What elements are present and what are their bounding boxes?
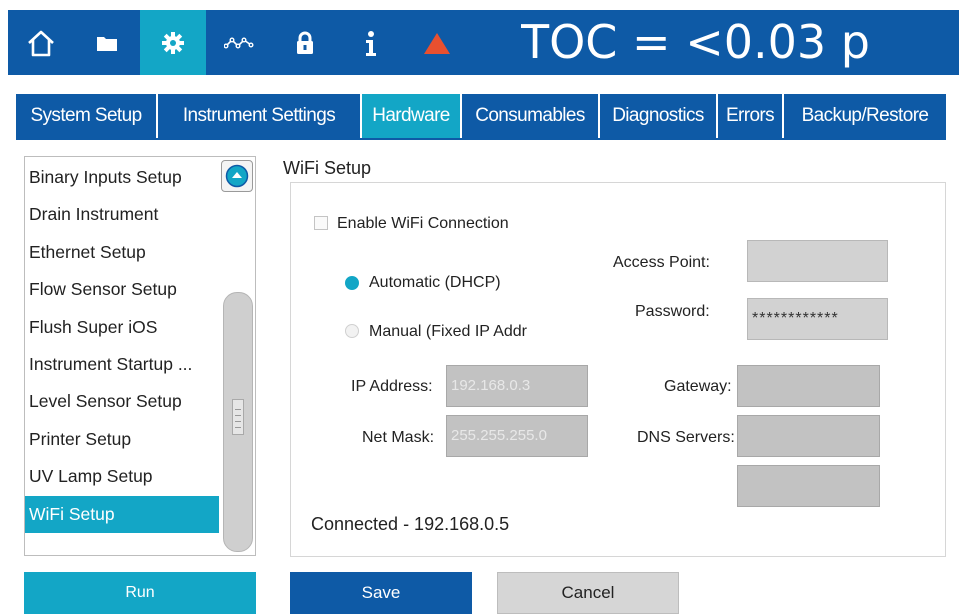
scroll-up-button[interactable] [221,160,253,192]
tab-bar: System Setup Instrument Settings Hardwar… [16,94,946,138]
tab-instrument-settings[interactable]: Instrument Settings [158,94,362,138]
ip-address-field[interactable]: 192.168.0.3 [446,365,588,407]
folder-icon [97,36,117,51]
tab-consumables[interactable]: Consumables [462,94,600,138]
scrollbar-grip[interactable] [232,399,244,435]
list-item-wifi-setup[interactable]: WiFi Setup [25,496,219,533]
list-item-instrument-startup[interactable]: Instrument Startup ... [25,346,219,383]
lock-button[interactable] [272,10,338,75]
top-navigation: TOC = <0.03 p [8,10,959,75]
list-item-printer-setup[interactable]: Printer Setup [25,421,219,458]
automatic-dhcp-radio[interactable] [345,276,359,290]
manual-ip-radio[interactable] [345,324,359,338]
access-point-label: Access Point: [613,254,710,271]
settings-button[interactable] [140,10,206,75]
gear-icon [162,31,184,54]
hardware-list: Binary Inputs Setup Drain Instrument Eth… [24,156,256,556]
wifi-group-title: WiFi Setup [283,158,372,178]
tab-hardware[interactable]: Hardware [362,94,462,138]
enable-wifi-label: Enable WiFi Connection [337,215,509,232]
net-mask-field[interactable]: 255.255.255.0 [446,415,588,457]
trend-icon [224,37,254,48]
connection-status: Connected - 192.168.0.5 [311,514,510,534]
list-item-level-sensor-setup[interactable]: Level Sensor Setup [25,383,219,420]
top-bar: TOC = <0.03 p [0,0,959,75]
dns-secondary-field[interactable] [737,465,880,507]
dns-servers-label: DNS Servers: [637,429,735,446]
password-field[interactable]: ************ [747,298,888,340]
access-point-field[interactable] [747,240,888,282]
tab-system-setup[interactable]: System Setup [16,94,158,138]
lock-icon [297,31,313,54]
save-button[interactable]: Save [290,572,472,614]
warning-icon [424,32,450,54]
cancel-button[interactable]: Cancel [497,572,679,614]
tab-errors[interactable]: Errors [718,94,784,138]
trend-button[interactable] [206,10,272,75]
list-scrollbar[interactable] [223,292,253,552]
password-label: Password: [635,303,710,320]
net-mask-label: Net Mask: [362,429,435,446]
automatic-dhcp-label: Automatic (DHCP) [369,274,501,291]
folder-button[interactable] [74,10,140,75]
tab-diagnostics[interactable]: Diagnostics [600,94,718,138]
alarm-button[interactable] [404,10,470,75]
home-icon [28,30,54,56]
list-item-flush-super-ios[interactable]: Flush Super iOS [25,309,219,346]
tab-backup-restore[interactable]: Backup/Restore [784,94,946,138]
list-item-ethernet-setup[interactable]: Ethernet Setup [25,234,219,271]
info-icon [366,30,376,56]
list-item-flow-sensor-setup[interactable]: Flow Sensor Setup [25,271,219,308]
list-item-drain-instrument[interactable]: Drain Instrument [25,196,219,233]
chevron-up-icon [225,164,249,188]
run-button[interactable]: Run [24,572,256,614]
gateway-label: Gateway: [664,378,732,395]
list-item-binary-inputs-setup[interactable]: Binary Inputs Setup [25,159,219,196]
home-button[interactable] [8,10,74,75]
manual-ip-label: Manual (Fixed IP Addr [369,323,528,340]
gateway-field[interactable] [737,365,880,407]
info-button[interactable] [338,10,404,75]
enable-wifi-checkbox[interactable] [314,216,328,230]
ip-address-label: IP Address: [351,378,433,395]
list-item-uv-lamp-setup[interactable]: UV Lamp Setup [25,458,219,495]
tab-underline [16,138,946,140]
toc-reading: TOC = <0.03 p [521,15,870,69]
dns-primary-field[interactable] [737,415,880,457]
